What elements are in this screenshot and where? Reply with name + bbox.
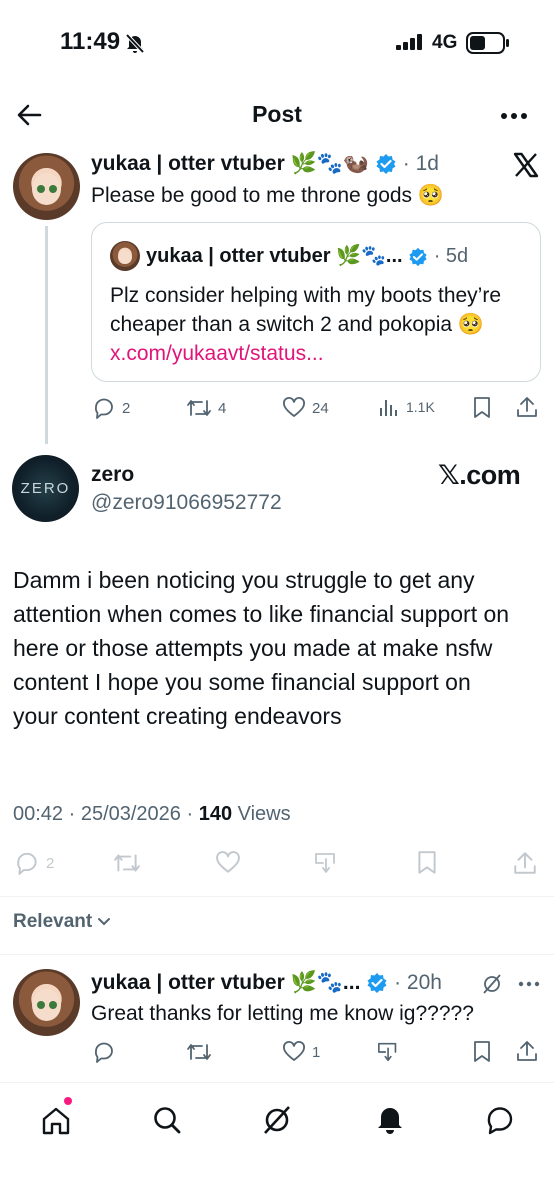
tip-icon[interactable] <box>313 850 341 876</box>
reply-icon <box>14 850 40 876</box>
quote-header: yukaa | otter vtuber 🌿🐾... · 5d <box>146 245 469 267</box>
status-bar: 11:49 4G <box>0 0 554 80</box>
divider <box>0 954 554 955</box>
views-count: 140 <box>198 803 233 825</box>
quote-avatar <box>110 241 140 271</box>
main-actions: 2 <box>0 846 554 880</box>
quote-body: Plz consider helping with my boots they’… <box>110 284 502 336</box>
battery-icon <box>466 32 510 54</box>
repost-count: 4 <box>218 399 227 417</box>
reply-count: 2 <box>122 399 131 417</box>
bookmark-icon[interactable] <box>416 850 438 876</box>
grok-icon[interactable] <box>481 973 503 995</box>
post-author[interactable]: yukaa | otter vtuber 🌿🐾🦦 <box>91 152 369 175</box>
page-title: Post <box>252 101 302 127</box>
xcom-watermark: 𝕏.com <box>438 460 521 490</box>
share-icon[interactable] <box>515 1039 539 1063</box>
network-label: 4G <box>432 32 458 53</box>
main-meta: 00:42 · 25/03/2026 · 140 Views <box>13 803 291 826</box>
heart-icon <box>282 1040 306 1064</box>
chevron-down-icon <box>97 917 111 927</box>
repost-icon[interactable] <box>186 1040 212 1064</box>
x-logo-icon[interactable] <box>513 152 539 178</box>
more-horizontal-icon[interactable] <box>500 112 528 120</box>
bottom-nav <box>0 1082 554 1200</box>
reply-action[interactable]: 2 <box>92 396 130 420</box>
home-icon[interactable] <box>40 1105 72 1137</box>
post-text: Please be good to me throne gods 🥺 <box>91 184 445 207</box>
like-action[interactable]: 1 <box>282 1040 320 1064</box>
main-text: Damm i been noticing you struggle to get… <box>13 567 510 729</box>
quote-time: 5d <box>445 245 469 267</box>
thread-line <box>45 226 48 444</box>
avatar[interactable] <box>13 153 80 220</box>
reply-author[interactable]: yukaa | otter vtuber 🌿🐾... <box>91 971 360 994</box>
silent-bell-icon <box>124 32 146 54</box>
like-count: 1 <box>312 1043 321 1061</box>
post-time[interactable]: 1d <box>416 152 439 175</box>
like-action[interactable]: 24 <box>282 396 329 420</box>
notifications-icon[interactable] <box>374 1103 406 1135</box>
avatar[interactable] <box>13 969 80 1036</box>
sort-label: Relevant <box>13 911 93 932</box>
share-icon[interactable] <box>515 395 539 419</box>
reply-count: 2 <box>46 854 55 872</box>
quote-text: Plz consider helping with my boots they’… <box>110 281 510 368</box>
main-timestamp[interactable]: 00:42 · 25/03/2026 · <box>13 803 199 825</box>
avatar-text: ZERO <box>20 480 71 497</box>
reply-icon <box>92 396 116 420</box>
notification-dot <box>64 1097 72 1105</box>
post-header: yukaa | otter vtuber 🌿🐾🦦 · 1d <box>91 152 439 175</box>
views-count: 1.1K <box>406 399 435 415</box>
heart-icon <box>282 396 306 420</box>
search-icon[interactable] <box>151 1104 183 1136</box>
quote-card[interactable]: yukaa | otter vtuber 🌿🐾... · 5d Plz cons… <box>91 222 541 382</box>
views-action[interactable]: 1.1K <box>378 396 435 418</box>
repost-action[interactable]: 4 <box>186 396 226 420</box>
reply-action[interactable]: 2 <box>14 850 54 876</box>
reply-time[interactable]: 20h <box>407 971 442 994</box>
quote-link[interactable]: x.com/yukaavt/status... <box>110 342 324 365</box>
views-icon <box>378 396 400 418</box>
verified-badge-icon <box>366 972 388 994</box>
tip-icon[interactable] <box>376 1040 402 1064</box>
heart-icon[interactable] <box>215 850 241 876</box>
views-label: Views <box>232 803 291 825</box>
like-count: 24 <box>312 399 329 417</box>
verified-badge-icon <box>375 153 397 175</box>
divider <box>0 896 554 897</box>
repost-icon[interactable] <box>113 850 141 876</box>
bookmark-icon[interactable] <box>472 396 492 420</box>
reply-icon[interactable] <box>92 1040 116 1064</box>
main-author[interactable]: zero <box>91 463 134 487</box>
signal-bars-icon <box>396 34 424 50</box>
reply-text: Great thanks for letting me know ig????? <box>91 1002 474 1025</box>
reply-header: yukaa | otter vtuber 🌿🐾... · 20h <box>91 971 442 994</box>
quote-author: yukaa | otter vtuber 🌿🐾... <box>146 245 403 267</box>
messages-icon[interactable] <box>484 1104 516 1136</box>
verified-badge-icon <box>408 247 428 267</box>
main-handle[interactable]: @zero91066952772 <box>91 491 282 515</box>
grok-icon[interactable] <box>261 1104 293 1136</box>
more-horizontal-icon[interactable] <box>518 981 540 987</box>
bookmark-icon[interactable] <box>472 1040 492 1064</box>
avatar[interactable]: ZERO <box>12 455 79 522</box>
sort-dropdown[interactable]: Relevant <box>13 911 111 933</box>
repost-icon <box>186 396 212 420</box>
status-time: 11:49 <box>60 28 121 55</box>
share-icon[interactable] <box>512 850 538 876</box>
